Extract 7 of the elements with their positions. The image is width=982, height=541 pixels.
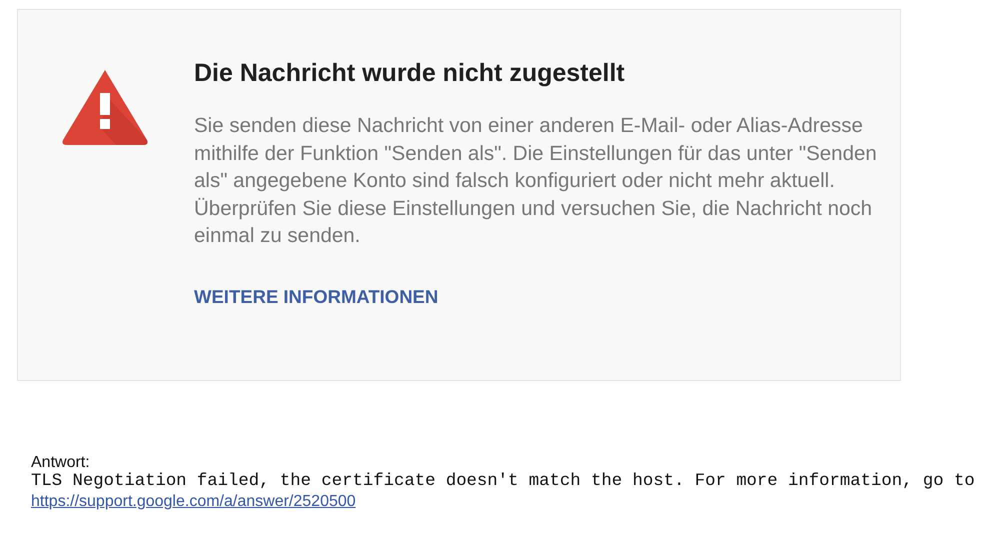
more-info-link[interactable]: WEITERE INFORMATIONEN — [194, 286, 438, 308]
warning-icon — [61, 68, 149, 146]
response-label: Antwort: — [31, 453, 91, 472]
support-link[interactable]: https://support.google.com/a/answer/2520500 — [31, 492, 356, 512]
error-message: Sie senden diese Nachricht von einer anderen E-Mail- oder Alias-Adresse mithilfe der Funktion "Senden als". Die Einstellungen für das unter "Senden als" angegebene Konto sind falsch konfiguriert oder nicht mehr aktuell. Überprüfen Sie diese Einstellungen und versuchen Sie, die Nachricht noch einmal zu senden. — [194, 113, 878, 249]
response-text: TLS Negotiation failed, the certificate doesn't match the host. For more information, go to — [31, 472, 976, 492]
error-title: Die Nachricht wurde nicht zugestellt — [194, 58, 626, 88]
